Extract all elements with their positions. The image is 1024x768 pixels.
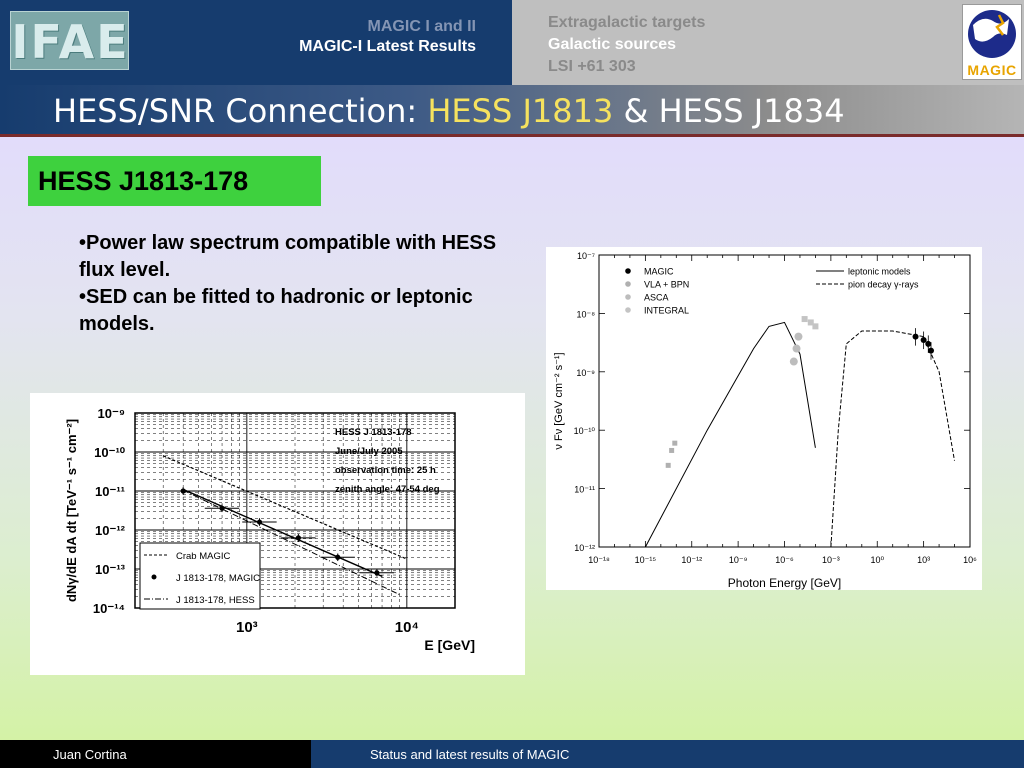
spectrum-plot-panel: 10⁻⁹ 10⁻¹⁰ 10⁻¹¹ 10⁻¹² 10⁻¹³ 10⁻¹⁴ 10³ 10⁴ E [Ge… (30, 393, 525, 675)
slide-title-part1: HESS/SNR Connection: (53, 92, 428, 130)
section-label-box: HESS J1813-178 (28, 156, 321, 206)
magic-point (335, 554, 341, 560)
bullet-item: •Power law spectrum compatible with HESS… (79, 232, 497, 281)
x-tick-label: 10⁰ (870, 555, 884, 565)
nav-left: MAGIC I and II MAGIC-I Latest Results (299, 17, 476, 57)
x-axis-label: Photon Energy [GeV] (728, 576, 841, 590)
legend-label: pion decay γ-rays (848, 280, 919, 290)
y-tick-label: 10⁻¹² (95, 523, 126, 538)
slide-title-part3: & HESS J1834 (613, 92, 845, 130)
legend-label: leptonic models (848, 267, 911, 277)
y-tick-label: 10⁻¹¹ (574, 485, 595, 495)
annotation-text: HESS J 1813-178 (335, 427, 412, 438)
magic-point (219, 505, 225, 511)
y-tick-label: 10⁻¹⁰ (574, 426, 596, 436)
legend-label: J 1813-178, HESS (176, 595, 255, 606)
asca-point (789, 357, 798, 366)
magic-logo-text: MAGIC (967, 62, 1017, 78)
bullet-text: Power law spectrum compatible with HESS … (79, 232, 497, 281)
vla-point (665, 462, 671, 468)
nav-right: Extragalactic targets Galactic sources L… (548, 12, 705, 78)
sed-plot-panel: 10⁻¹⁸ 10⁻¹⁵ 10⁻¹² 10⁻⁹ 10⁻⁶ 10⁻³ 10⁰ 10³ 10⁶ 10⁻⁷… (546, 247, 982, 590)
series-line-leptonic (644, 321, 816, 548)
ifae-logo: IFAE (10, 11, 129, 70)
slide-title-highlight: HESS J1813 (427, 92, 614, 130)
legend-label: MAGIC (644, 267, 674, 277)
legend-swatch (151, 574, 157, 580)
y-axis-label: ν Fν [GeV cm⁻² s⁻¹] (553, 352, 565, 449)
legend-label: ASCA (644, 293, 669, 303)
legend-marker (625, 268, 631, 274)
top-bar: IFAE MAGIC I and II MAGIC-I Latest Resul… (0, 0, 1024, 85)
sed-chart: 10⁻¹⁸ 10⁻¹⁵ 10⁻¹² 10⁻⁹ 10⁻⁶ 10⁻³ 10⁰ 10³ 10⁶ 10⁻⁷… (553, 251, 977, 590)
legend-marker (625, 307, 631, 313)
y-tick-label: 10⁻¹⁴ (93, 601, 125, 616)
series-line-pion (830, 330, 955, 548)
x-tick-label: 10⁴ (395, 619, 419, 636)
bullet-text: SED can be fitted to hadronic or leptoni… (79, 286, 473, 335)
nav-link-magic-i-results[interactable]: MAGIC-I Latest Results (299, 37, 476, 57)
legend-label: INTEGRAL (644, 306, 689, 316)
magic-logo: MAGIC (962, 4, 1022, 80)
x-tick-label: 10⁻¹⁵ (635, 555, 657, 565)
vla-point (672, 440, 678, 446)
x-tick-label: 10⁻⁶ (775, 555, 794, 565)
slide-title: HESS/SNR Connection: HESS J1813 & HESS J… (53, 92, 845, 130)
magic-point (180, 488, 186, 494)
y-tick-label: 10⁻¹³ (95, 562, 126, 577)
section-label: HESS J1813-178 (38, 166, 249, 196)
bullet-item: •SED can be fitted to hadronic or lepton… (79, 286, 473, 335)
x-tick-label: 10⁻⁹ (729, 555, 748, 565)
integral-point (812, 323, 819, 330)
magic-point (912, 333, 919, 340)
footer-talk-title: Status and latest results of MAGIC (370, 747, 570, 762)
ifae-logo-text: IFAE (11, 15, 130, 69)
magic-point (374, 570, 380, 576)
magic-logo-icon (968, 10, 1016, 58)
y-tick-label: 10⁻⁷ (577, 251, 595, 261)
bullet-list: •Power law spectrum compatible with HESS… (79, 230, 519, 338)
y-tick-label: 10⁻¹¹ (95, 484, 125, 499)
y-tick-label: 10⁻⁸ (576, 309, 595, 319)
x-tick-label: 10⁶ (963, 555, 977, 565)
nav-link-magic-i-ii[interactable]: MAGIC I and II (299, 17, 476, 37)
magic-point (920, 337, 927, 344)
legend-label: J 1813-178, MAGIC (176, 573, 260, 584)
x-tick-label: 10³ (236, 619, 258, 636)
asca-point (792, 344, 801, 353)
y-tick-label: 10⁻⁹ (98, 406, 126, 421)
annotation-text: observation time: 25 h (335, 465, 436, 476)
magic-point (256, 519, 263, 525)
asca-point (794, 332, 803, 341)
vla-point (669, 447, 675, 453)
nav-link-extragalactic[interactable]: Extragalactic targets (548, 12, 705, 34)
x-tick-label: 10⁻¹² (681, 555, 702, 565)
footer-author: Juan Cortina (53, 747, 127, 762)
x-axis-label: E [GeV] (424, 637, 475, 653)
y-axis-label: dNγ/dE dA dt [TeV⁻¹ s⁻¹ cm⁻²] (64, 419, 79, 602)
nav-link-lsi[interactable]: LSI +61 303 (548, 56, 705, 78)
legend-marker (625, 294, 631, 300)
x-tick-label: 10³ (917, 555, 930, 565)
y-tick-label: 10⁻¹⁰ (94, 445, 126, 460)
integral-point (801, 316, 808, 323)
annotation-text: June/July 2005 (335, 446, 403, 457)
legend-marker (625, 281, 631, 287)
magic-point (928, 347, 935, 354)
annotation-text: zenith angle: 47-54 deg (335, 484, 440, 495)
spectrum-chart: 10⁻⁹ 10⁻¹⁰ 10⁻¹¹ 10⁻¹² 10⁻¹³ 10⁻¹⁴ 10³ 10⁴ E [Ge… (64, 406, 475, 653)
y-tick-label: 10⁻⁹ (576, 368, 595, 378)
magic-point (925, 340, 932, 347)
nav-link-galactic[interactable]: Galactic sources (548, 34, 705, 56)
x-tick-label: 10⁻¹⁸ (588, 555, 610, 565)
y-tick-label: 10⁻¹² (574, 543, 595, 553)
magic-point (295, 535, 301, 541)
legend-label: VLA + BPN (644, 280, 689, 290)
legend-label: Crab MAGIC (176, 551, 231, 562)
x-tick-label: 10⁻³ (822, 555, 840, 565)
